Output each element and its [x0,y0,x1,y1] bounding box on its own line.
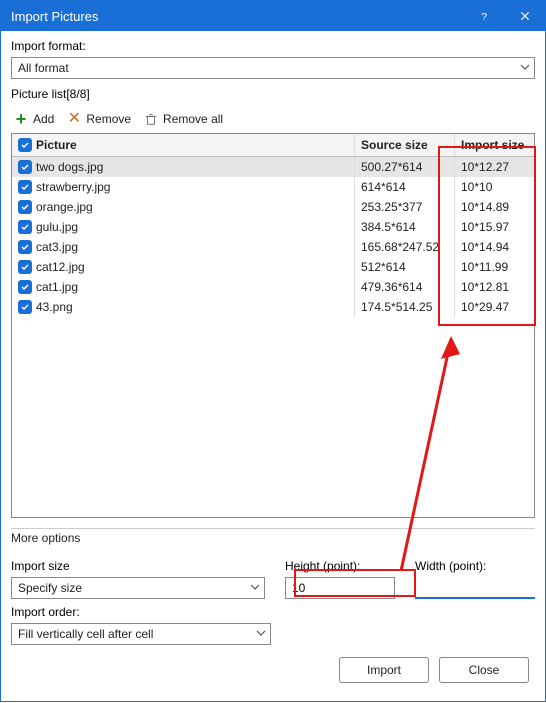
row-checkbox[interactable] [18,280,32,294]
row-picture-name: two dogs.jpg [36,160,103,174]
row-import-size: 10*10 [454,177,534,197]
chevron-down-icon [256,627,266,641]
row-picture-name: 43.png [36,300,73,314]
row-source-size: 500.27*614 [354,157,454,177]
row-import-size: 10*12.27 [454,157,534,177]
table-row[interactable]: cat12.jpg 512*61410*11.99 [12,257,534,277]
help-button[interactable]: ? [465,1,505,31]
row-picture-name: orange.jpg [36,200,93,214]
row-checkbox[interactable] [18,260,32,274]
row-picture-name: cat1.jpg [36,280,78,294]
col-header-picture[interactable]: Picture [12,134,354,156]
import-order-dropdown[interactable]: Fill vertically cell after cell [11,623,271,645]
row-source-size: 512*614 [354,257,454,277]
col-header-import[interactable]: Import size [454,134,534,156]
table-row[interactable]: cat3.jpg 165.68*247.5210*14.94 [12,237,534,257]
import-format-value: All format [18,61,69,75]
row-checkbox[interactable] [18,300,32,314]
more-options-label: More options [11,528,535,545]
row-picture-name: cat12.jpg [36,260,85,274]
row-source-size: 384.5*614 [354,217,454,237]
picture-list-label: Picture list[8/8] [11,87,535,101]
row-picture-name: gulu.jpg [36,220,78,234]
import-size-label: Import size [11,559,265,573]
select-all-checkbox[interactable] [18,138,32,152]
row-import-size: 10*15.97 [454,217,534,237]
trash-icon [143,111,159,127]
row-checkbox[interactable] [18,220,32,234]
width-label: Width (point): [415,559,535,573]
table-row[interactable]: cat1.jpg 479.36*61410*12.81 [12,277,534,297]
titlebar: Import Pictures ? [1,1,545,31]
close-button[interactable]: Close [439,657,529,683]
height-label: Height (point): [285,559,395,573]
width-input[interactable] [415,577,535,599]
chevron-down-icon [250,581,260,595]
height-input[interactable] [285,577,395,599]
remove-all-button[interactable]: Remove all [143,111,223,127]
chevron-down-icon [520,61,530,75]
import-size-dropdown[interactable]: Specify size [11,577,265,599]
row-source-size: 479.36*614 [354,277,454,297]
row-source-size: 165.68*247.52 [354,237,454,257]
row-checkbox[interactable] [18,200,32,214]
import-order-label: Import order: [11,605,271,619]
row-source-size: 174.5*514.25 [354,297,454,317]
row-checkbox[interactable] [18,160,32,174]
table-row[interactable]: strawberry.jpg 614*61410*10 [12,177,534,197]
row-import-size: 10*14.94 [454,237,534,257]
row-import-size: 10*12.81 [454,277,534,297]
row-source-size: 253.25*377 [354,197,454,217]
row-import-size: 10*14.89 [454,197,534,217]
row-checkbox[interactable] [18,180,32,194]
plus-icon: + [13,111,29,127]
row-source-size: 614*614 [354,177,454,197]
import-format-label: Import format: [11,39,535,53]
row-picture-name: strawberry.jpg [36,180,110,194]
import-format-dropdown[interactable]: All format [11,57,535,79]
table-row[interactable]: gulu.jpg 384.5*61410*15.97 [12,217,534,237]
row-checkbox[interactable] [18,240,32,254]
x-icon: ✕ [66,111,82,127]
table-row[interactable]: 43.png 174.5*514.2510*29.47 [12,297,534,317]
row-import-size: 10*11.99 [454,257,534,277]
row-import-size: 10*29.47 [454,297,534,317]
close-window-button[interactable] [505,1,545,31]
table-row[interactable]: two dogs.jpg 500.27*61410*12.27 [12,157,534,177]
picture-table: Picture Source size Import size two dogs… [11,133,535,518]
picture-toolbar: + Add ✕ Remove Remove all [11,105,535,133]
remove-button[interactable]: ✕ Remove [66,111,131,127]
col-header-source[interactable]: Source size [354,134,454,156]
add-button[interactable]: + Add [13,111,54,127]
window-title: Import Pictures [11,9,465,24]
import-button[interactable]: Import [339,657,429,683]
row-picture-name: cat3.jpg [36,240,78,254]
table-row[interactable]: orange.jpg 253.25*37710*14.89 [12,197,534,217]
svg-text:?: ? [481,11,487,22]
